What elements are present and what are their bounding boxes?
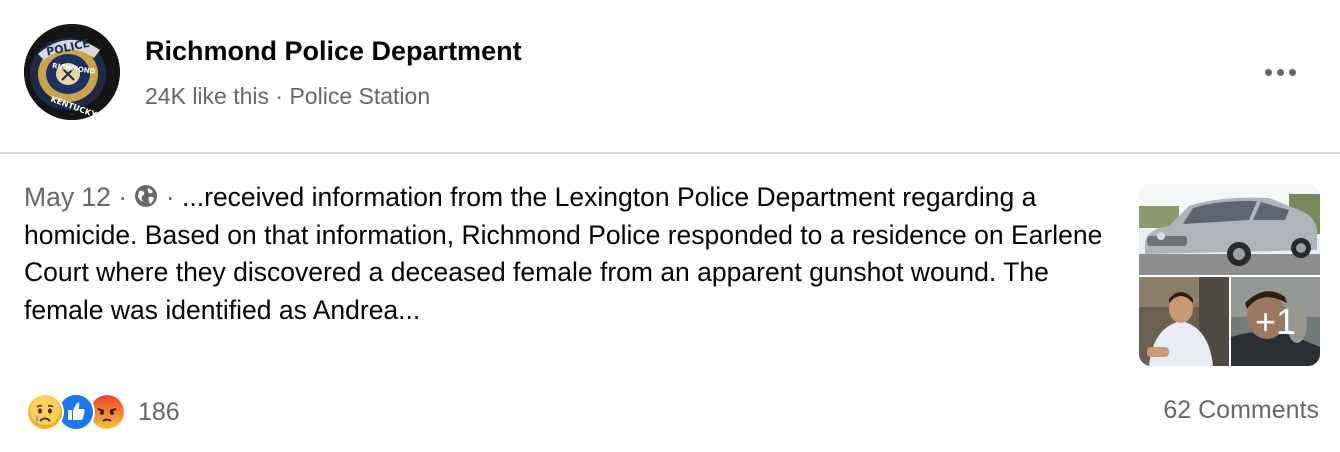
meta-separator: · — [269, 83, 290, 109]
more-dot — [1276, 68, 1284, 76]
car-photo[interactable] — [1139, 184, 1320, 275]
sad-reaction-icon — [26, 393, 64, 431]
page-name-link[interactable]: Richmond Police Department — [145, 36, 522, 67]
more-options-icon[interactable] — [1252, 54, 1308, 90]
post-header: POLICE RICHMOND KENTUCKY Richmond Police… — [0, 0, 1340, 152]
page-category: Police Station — [289, 83, 431, 109]
reaction-count: 186 — [138, 397, 180, 426]
reactions-summary[interactable]: 186 — [26, 393, 180, 431]
likes-count: 24K like this — [145, 83, 270, 109]
police-badge-logo: POLICE RICHMOND KENTUCKY — [24, 24, 120, 120]
more-dot — [1288, 68, 1296, 76]
post-meta-separator: · — [158, 182, 183, 212]
more-photos-count[interactable]: +1 — [1231, 277, 1320, 366]
person-photo-1[interactable] — [1139, 277, 1229, 366]
post-meta-separator: · — [110, 182, 135, 212]
post-date[interactable]: May 12 — [24, 182, 111, 212]
post-text: ...received information from the Lexingt… — [24, 182, 1103, 325]
header-divider — [0, 152, 1340, 154]
post-media-grid[interactable]: +1 — [1139, 184, 1320, 366]
post-body[interactable]: May 12 · · ...received information from … — [24, 179, 1114, 329]
person-photo-2[interactable]: +1 — [1231, 277, 1320, 366]
page-avatar[interactable]: POLICE RICHMOND KENTUCKY — [24, 24, 120, 120]
comments-link[interactable]: 62 Comments — [1163, 396, 1319, 425]
more-dot — [1264, 68, 1272, 76]
page-meta: 24K like this · Police Station — [145, 83, 430, 110]
globe-icon — [134, 181, 158, 207]
